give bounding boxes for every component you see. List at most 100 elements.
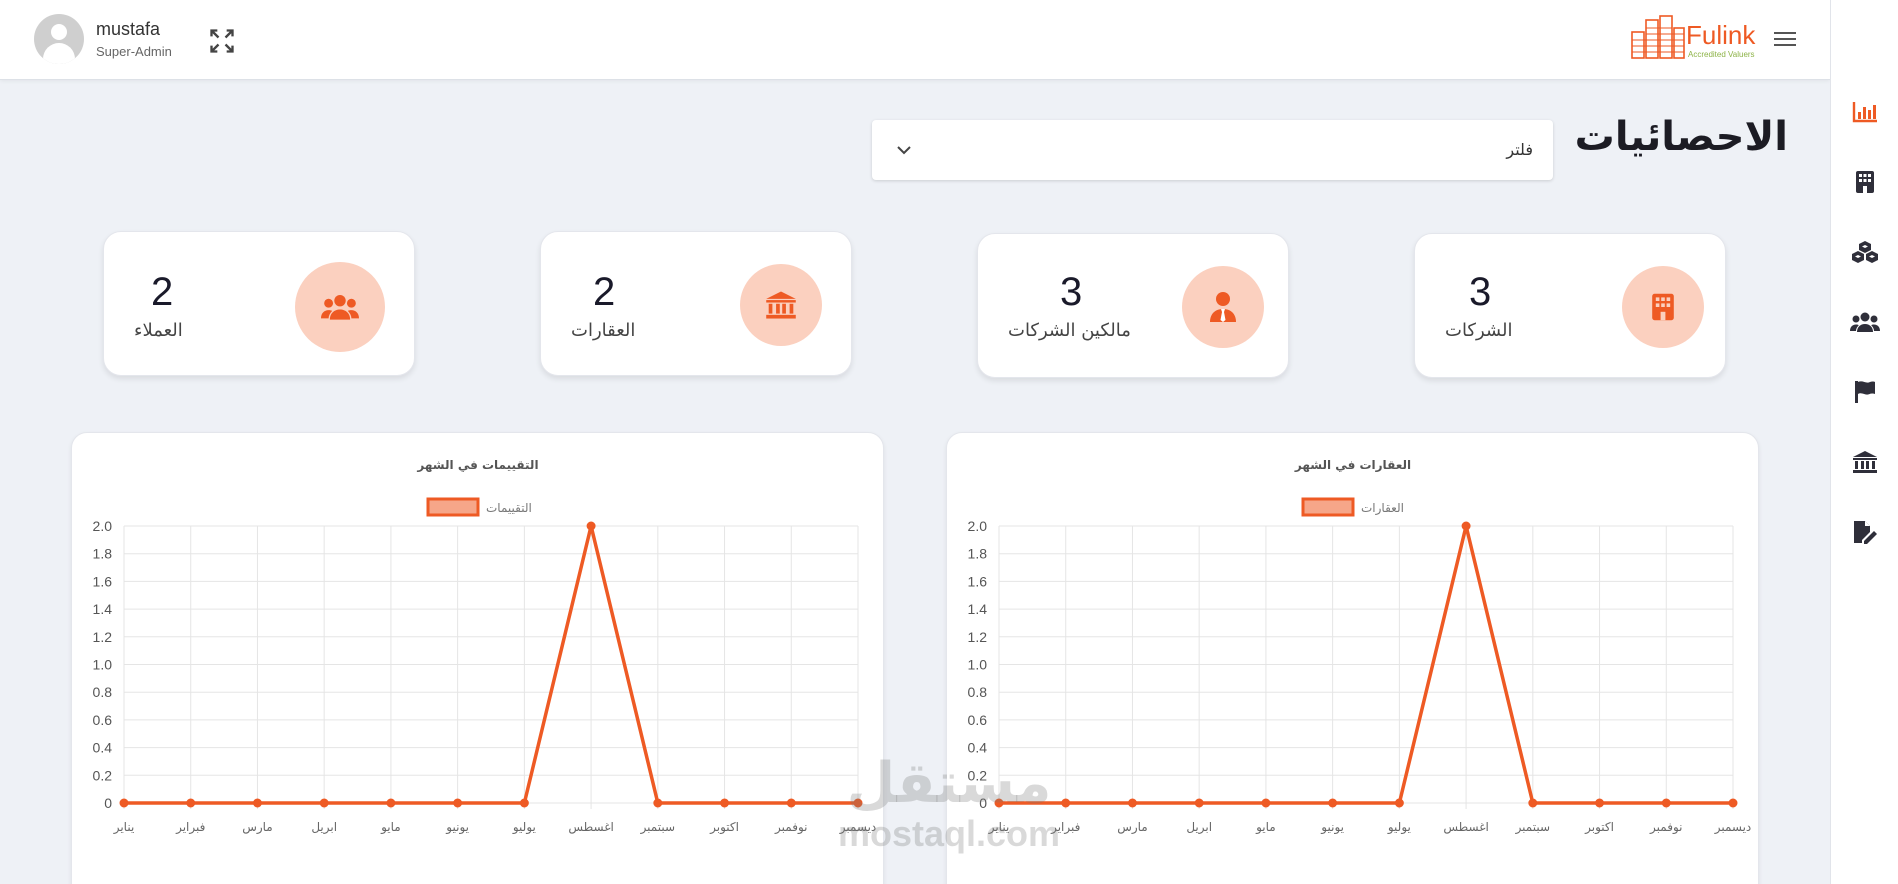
- sidebar-item-companies[interactable]: [1850, 167, 1880, 197]
- legend-swatch: [1301, 497, 1355, 517]
- menu-toggle-icon[interactable]: [1774, 32, 1796, 50]
- data-point: [1261, 798, 1271, 808]
- stat-card-companies: 3 الشركات: [1414, 233, 1726, 378]
- sidebar-item-assets[interactable]: [1850, 237, 1880, 267]
- x-tick-label: ديسمبر: [839, 820, 877, 835]
- page-title: الاحصائيات: [1574, 114, 1788, 160]
- logo-buildings-icon: [1631, 15, 1685, 59]
- x-tick-label: فبراير: [175, 820, 205, 835]
- y-tick-label: 1.4: [968, 601, 988, 617]
- x-tick-label: اكتوبر: [709, 820, 739, 835]
- data-point: [853, 798, 863, 808]
- y-tick-label: 0.6: [93, 712, 113, 728]
- y-tick-label: 0.6: [968, 712, 988, 728]
- data-point: [720, 798, 730, 808]
- x-tick-label: يونيو: [445, 820, 469, 835]
- stat-icon-bg: [295, 262, 385, 352]
- top-bar: mustafa Super-Admin Fulink Accredited Va…: [0, 0, 1830, 80]
- stat-label: العملاء: [134, 320, 183, 341]
- data-point: [1061, 798, 1071, 808]
- data-point: [453, 798, 463, 808]
- filter-select[interactable]: فلتر: [872, 120, 1553, 180]
- user-tie-icon: [1210, 292, 1236, 322]
- data-point: [186, 798, 196, 808]
- building-icon: [1652, 293, 1674, 321]
- chart-title: العقارات في الشهر: [1294, 458, 1411, 472]
- chart-bar-icon: [1852, 102, 1877, 123]
- chart-properties-per-month: العقارات في الشهر العقارات 0 0.2 0.4 0.6 0.8 1.…: [968, 458, 1752, 835]
- data-point: [586, 521, 596, 531]
- user-name: mustafa: [96, 19, 161, 39]
- x-tick-label: مارس: [1117, 820, 1148, 835]
- x-tick-label: نوفمبر: [1649, 820, 1682, 835]
- data-point: [319, 798, 329, 808]
- sidebar-item-clients[interactable]: [1850, 307, 1880, 337]
- brand-logo: Fulink Accredited Valuers: [1630, 12, 1762, 64]
- sidebar-item-reports[interactable]: [1850, 377, 1880, 407]
- y-tick-label: 0.8: [93, 684, 113, 700]
- x-tick-label: سبتمبر: [640, 820, 675, 835]
- y-tick-label: 0: [104, 795, 112, 811]
- x-tick-label: اغسطس: [1443, 820, 1488, 835]
- stat-value: 3: [1060, 270, 1083, 314]
- y-tick-label: 0.2: [93, 767, 113, 783]
- y-tick-label: 0.2: [968, 767, 988, 783]
- data-point: [1528, 798, 1538, 808]
- y-tick-label: 1.6: [968, 573, 988, 589]
- data-point: [1728, 798, 1738, 808]
- y-tick-label: 1.8: [93, 546, 113, 562]
- x-tick-label: سبتمبر: [1515, 820, 1550, 835]
- data-point: [994, 798, 1004, 808]
- data-point: [1461, 521, 1471, 531]
- filter-label: فلتر: [1506, 140, 1533, 159]
- stat-card-company-owners: 3 مالكين الشركات: [977, 233, 1289, 378]
- stat-icon-bg: [1182, 266, 1264, 348]
- stat-label: الشركات: [1445, 320, 1513, 341]
- data-point: [1127, 798, 1137, 808]
- sidebar-item-valuations[interactable]: [1850, 517, 1880, 547]
- landmark-icon: [766, 291, 796, 319]
- x-tick-label: ابريل: [311, 820, 337, 835]
- chart-panel-properties: العقارات في الشهر العقارات 0 0.2 0.4 0.6 0.8 1.…: [946, 432, 1759, 884]
- sidebar-item-properties[interactable]: [1850, 447, 1880, 477]
- legend-swatch: [426, 497, 480, 517]
- x-tick-label: يوليو: [512, 820, 536, 835]
- stat-value: 3: [1469, 270, 1492, 314]
- boxes-icon: [1852, 241, 1878, 263]
- legend-label: العقارات: [1361, 501, 1404, 516]
- data-point: [1328, 798, 1338, 808]
- fullscreen-icon[interactable]: [208, 27, 236, 55]
- x-tick-label: مارس: [242, 820, 273, 835]
- data-point: [786, 798, 796, 808]
- x-tick-label: يناير: [988, 820, 1010, 835]
- data-point: [119, 798, 129, 808]
- chart-panel-valuations: التقييمات في الشهر التقييمات 0 0.2 0.4 0.6 0.8…: [71, 432, 884, 884]
- stat-value: 2: [151, 270, 174, 314]
- y-tick-label: 1.2: [93, 629, 113, 645]
- chart-valuations-per-month: التقييمات في الشهر التقييمات 0 0.2 0.4 0.6 0.8…: [93, 458, 877, 835]
- stat-label: مالكين الشركات: [1008, 320, 1131, 341]
- y-tick-label: 1.8: [968, 546, 988, 562]
- y-tick-label: 1.0: [968, 657, 988, 673]
- user-profile[interactable]: mustafa Super-Admin: [34, 14, 172, 64]
- y-tick-label: 1.2: [968, 629, 988, 645]
- brand-name: Fulink: [1686, 20, 1756, 50]
- user-role: Super-Admin: [96, 44, 172, 59]
- data-point: [653, 798, 663, 808]
- chevron-down-icon: [897, 146, 911, 155]
- x-tick-label: يناير: [113, 820, 135, 835]
- users-icon: [1850, 312, 1880, 332]
- avatar[interactable]: [34, 14, 84, 64]
- stat-icon-bg: [740, 264, 822, 346]
- stat-card-properties: 2 العقارات: [540, 231, 852, 376]
- users-icon: [321, 294, 359, 320]
- y-tick-label: 0.8: [968, 684, 988, 700]
- x-tick-label: نوفمبر: [774, 820, 807, 835]
- sidebar-item-statistics[interactable]: [1850, 97, 1880, 127]
- x-tick-label: مايو: [380, 820, 401, 835]
- x-tick-label: يونيو: [1320, 820, 1344, 835]
- stat-value: 2: [593, 270, 616, 314]
- data-point: [1595, 798, 1605, 808]
- flag-icon: [1855, 381, 1875, 403]
- x-tick-label: يوليو: [1387, 820, 1411, 835]
